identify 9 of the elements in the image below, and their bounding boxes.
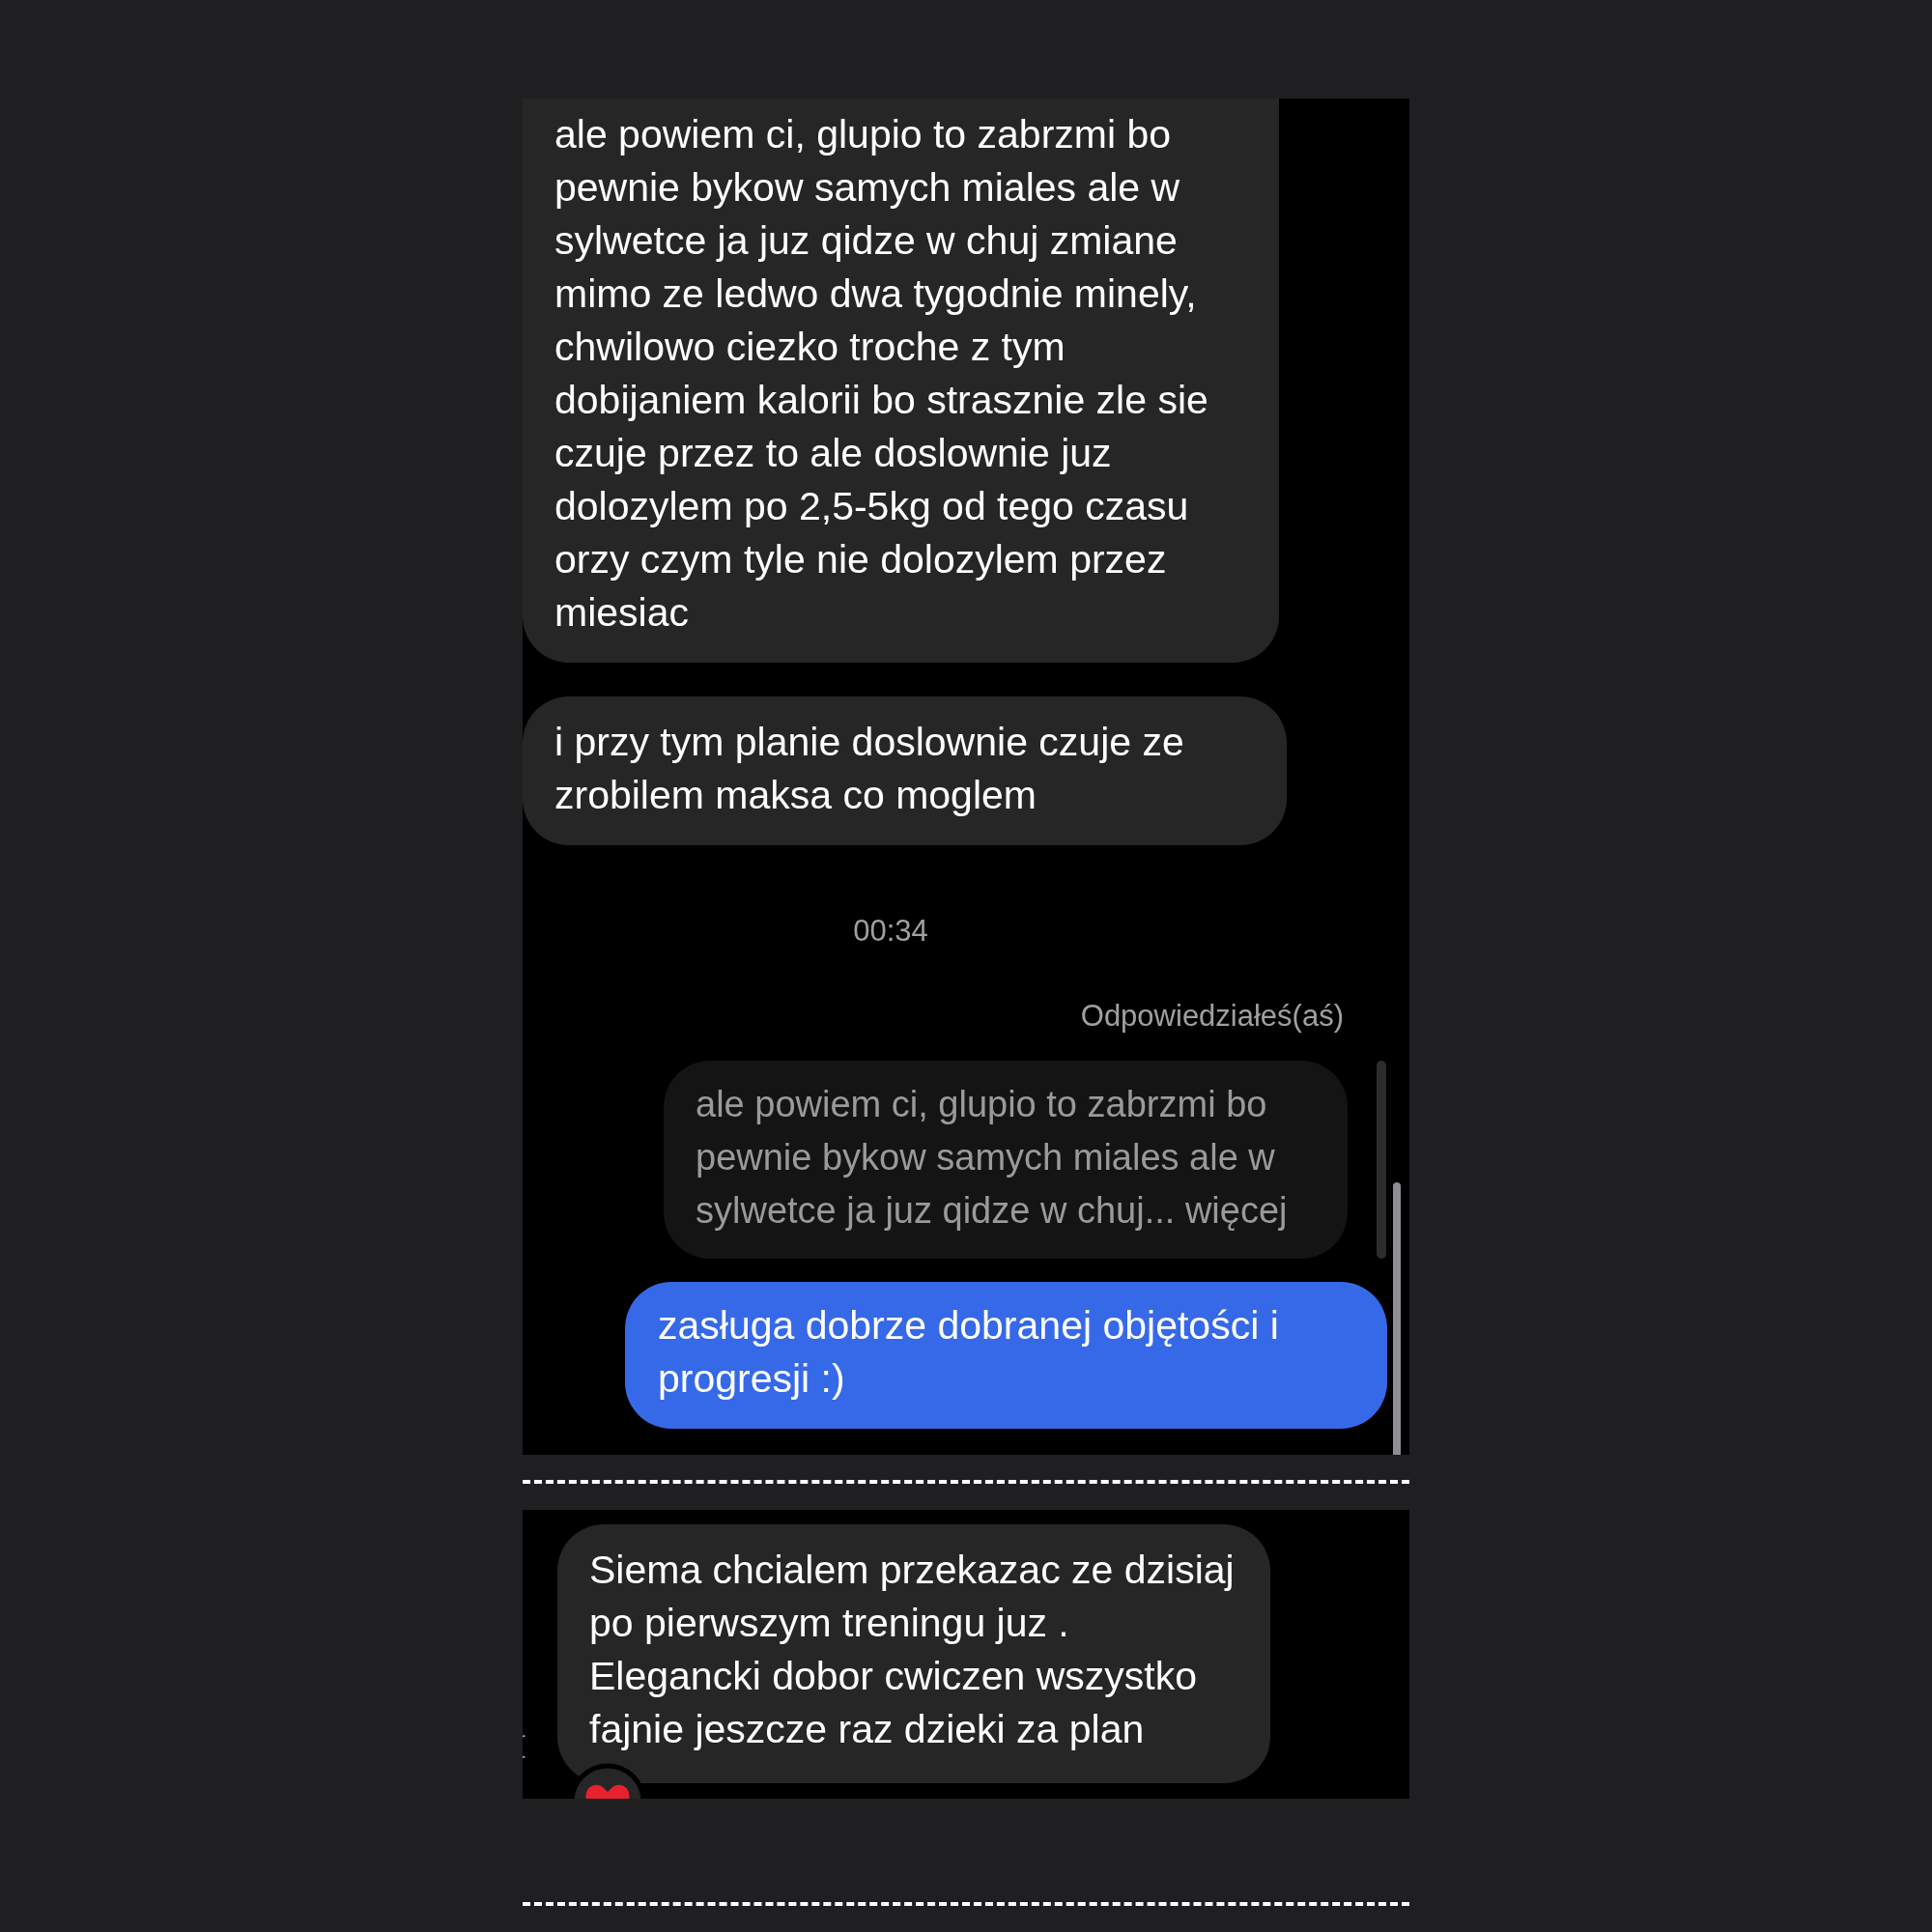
reply-label: Odpowiedziałeś(aś) — [1080, 999, 1344, 1034]
more-link[interactable]: więcej — [1184, 1190, 1288, 1231]
message-bubble: zasługa dobrze dobranej objętości i progresji :) — [625, 1282, 1387, 1429]
message-bubble: ale powiem ci, glupio to zabrzmi bo pewnie bykow samych miales ale w sylwetce ja juz qidze w chuj zmiane mimo ze ledwo dwa tygodnie minely, chwilowo ciezko troche z tym dobijaniem kalorii bo strasznie zle sie czuje przez to ale doslownie juz dolozylem po 2,5-5kg od tego czasu orzy czym tyle nie dolozylem przez miesiac — [523, 99, 1279, 663]
timestamp: 00:34 — [853, 914, 928, 949]
scrollbar[interactable] — [1393, 1182, 1401, 1455]
quoted-message: ale powiem ci, glupio to zabrzmi bo pewnie bykow samych miales ale w sylwetce ja juz qidze w chuj... więcej — [664, 1061, 1348, 1259]
message-bubble: Siema chcialem przekazac ze dzisiaj po pierwszym treningu juz . Elegancki dobor cwiczen wszystko fajnie jeszcze raz dzieki za plan — [557, 1523, 1270, 1783]
message-bubble: i przy tym planie doslownie czuje ze zrobilem maksa co moglem — [523, 696, 1287, 845]
